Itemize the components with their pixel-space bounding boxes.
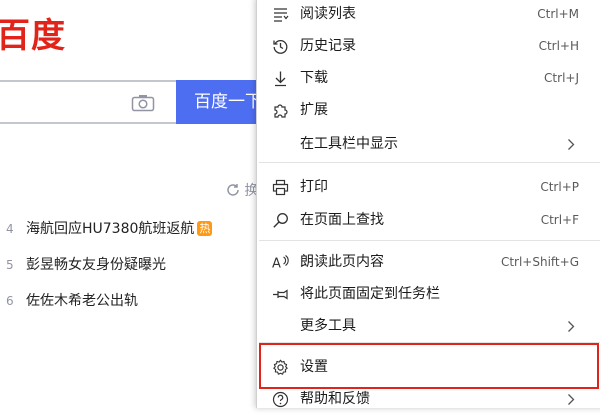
search-button[interactable]: 百度一下 [176,80,256,124]
menu-item-label: 将此页面固定到任务栏 [300,286,440,302]
menu-item-shortcut: Ctrl+H [538,39,579,53]
hot-item[interactable]: 4 海航回应HU7380航班返航热 [6,218,213,240]
hot-rank: 6 [6,294,14,308]
menu-item-extensions[interactable]: 扩展 [257,94,600,127]
menu-item-shortcut: Ctrl+M [537,7,579,21]
menu-item-show-in-toolbar[interactable]: 在工具栏中显示 [257,128,600,161]
menu-item-history[interactable]: 历史记录 Ctrl+H [257,30,600,63]
browser-menu: 阅读列表 Ctrl+M 历史记录 Ctrl+H 下载 Ctrl+J 扩展 在工具… [256,0,600,408]
hot-title[interactable]: 彭昱畅女友身份疑曝光 [26,257,166,273]
menu-item-label: 在工具栏中显示 [300,136,398,152]
menu-item-shortcut: Ctrl+Shift+G [500,255,579,269]
find-icon [272,212,289,229]
menu-item-label: 历史记录 [300,38,356,54]
baidu-logo: 百度 [0,16,66,56]
menu-item-read-aloud[interactable]: A 朗读此页内容 Ctrl+Shift+G [257,246,600,279]
refresh-icon [227,184,239,196]
read-aloud-icon: A [272,254,289,271]
download-icon [272,70,289,87]
hot-title[interactable]: 海航回应HU7380航班返航 [26,221,194,237]
print-icon [272,179,289,196]
hot-rank: 4 [6,222,14,236]
settings-highlight-box [259,343,599,389]
hot-badge: 热 [197,221,213,236]
menu-item-label: 在页面上查找 [300,212,384,228]
menu-divider [259,240,600,241]
menu-item-shortcut: Ctrl+P [540,180,579,194]
menu-item-find-on-page[interactable]: 在页面上查找 Ctrl+F [257,204,600,237]
menu-item-shortcut: Ctrl+J [544,71,579,85]
history-icon [272,38,289,55]
menu-item-downloads[interactable]: 下载 Ctrl+J [257,62,600,95]
menu-item-shortcut: Ctrl+F [540,213,579,227]
hot-item[interactable]: 6 佐佐木希老公出轨 [6,290,138,312]
menu-item-more-tools[interactable]: 更多工具 [257,310,600,343]
menu-item-label: 朗读此页内容 [300,254,384,270]
menu-divider [259,162,600,163]
menu-item-label: 下载 [300,70,328,86]
chevron-right-icon [567,320,575,333]
menu-item-label: 更多工具 [300,318,356,334]
menu-item-pin-to-taskbar[interactable]: 将此页面固定到任务栏 [257,278,600,311]
svg-text:A: A [272,257,281,272]
camera-icon[interactable] [131,94,155,112]
menu-item-print[interactable]: 打印 Ctrl+P [257,171,600,204]
menu-item-label: 打印 [300,179,328,195]
hot-rank: 5 [6,258,14,272]
hot-item[interactable]: 5 彭昱畅女友身份疑曝光 [6,254,166,276]
menu-item-label: 阅读列表 [300,6,356,22]
hot-title[interactable]: 佐佐木希老公出轨 [26,293,138,309]
reading-list-icon [272,6,289,23]
pin-icon [272,286,289,303]
menu-item-reading-list[interactable]: 阅读列表 Ctrl+M [257,0,600,31]
menu-item-label: 扩展 [300,102,328,118]
extensions-icon [272,102,289,119]
chevron-right-icon [567,138,575,151]
